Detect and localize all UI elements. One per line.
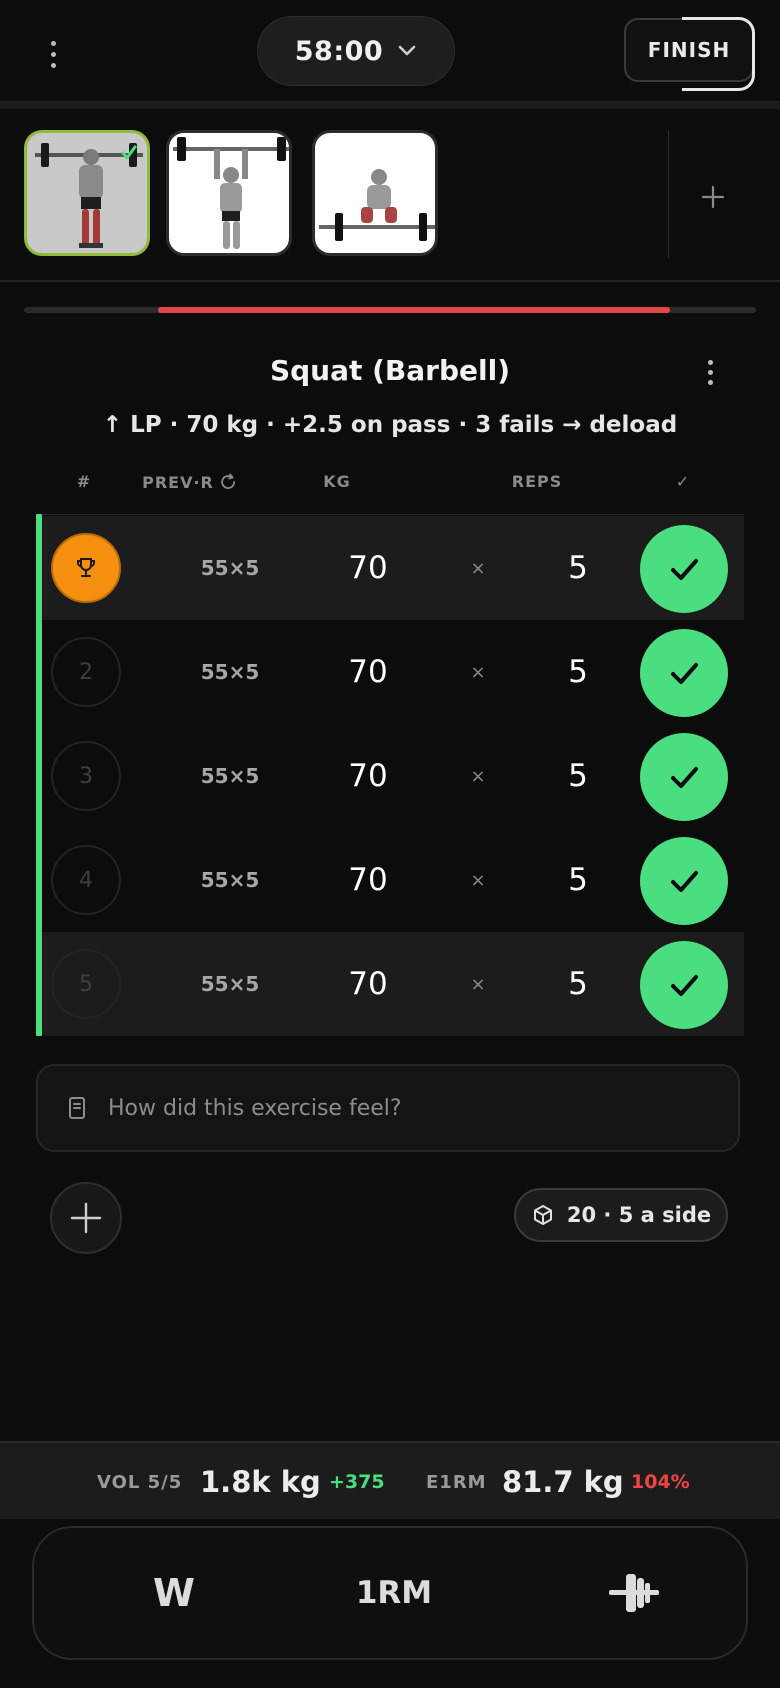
set-done-button[interactable]	[640, 941, 728, 1029]
set-row: 5 55×5 70 × 5	[42, 932, 744, 1036]
stats-bar: VOL 5/5 1.8k kg +375 E1RM 81.7 kg 104%	[0, 1441, 780, 1519]
warmup-button[interactable]: W	[124, 1528, 224, 1658]
check-icon	[671, 663, 698, 684]
check-icon	[671, 559, 698, 580]
set-kg-input[interactable]: 70	[312, 516, 424, 620]
plate-calculator-button[interactable]: 20 · 5 a side	[514, 1188, 728, 1242]
col-header-num: #	[76, 472, 92, 491]
exercise-note-field[interactable]: How did this exercise feel?	[36, 1064, 740, 1152]
set-number[interactable]: 2	[51, 637, 121, 707]
set-reps-input[interactable]: 5	[522, 620, 634, 724]
col-header-reps: REPS	[511, 472, 563, 491]
one-rm-button[interactable]: 1RM	[334, 1528, 454, 1658]
strip-divider-bottom	[0, 280, 780, 282]
overhead-press-figure-icon	[173, 137, 289, 249]
col-header-prev[interactable]: PREV·R	[142, 472, 238, 492]
set-row: 2 55×5 70 × 5	[42, 620, 744, 724]
set-row: 4 55×5 70 × 5	[42, 828, 744, 932]
vol-delta: +375	[329, 1471, 385, 1493]
set-done-button[interactable]	[640, 837, 728, 925]
set-done-button[interactable]	[640, 629, 728, 717]
chevron-down-icon	[398, 45, 416, 56]
e1rm-pct: 104%	[631, 1471, 690, 1493]
plus-icon	[70, 1202, 102, 1234]
plates-label: 20 · 5 a side	[566, 1203, 712, 1227]
note-placeholder: How did this exercise feel?	[108, 1095, 402, 1121]
finish-button[interactable]: FINISH	[624, 17, 755, 91]
set-row: 55×5 70 × 5	[42, 516, 744, 620]
trophy-icon	[77, 558, 95, 577]
exercise-thumb-overhead-press[interactable]	[166, 130, 292, 256]
set-reps-input[interactable]: 5	[522, 724, 634, 828]
set-times: ×	[470, 661, 486, 683]
col-header-done: ✓	[675, 472, 691, 491]
workout-progress-fill	[158, 307, 670, 313]
set-prev[interactable]: 55×5	[190, 932, 270, 1036]
vol-label: VOL 5/5	[97, 1471, 183, 1493]
check-icon	[671, 975, 698, 996]
deadlift-figure-icon	[319, 169, 435, 241]
cube-icon	[533, 1205, 552, 1225]
set-done-button[interactable]	[640, 525, 728, 613]
set-number[interactable]: 3	[51, 741, 121, 811]
set-times: ×	[470, 765, 486, 787]
col-header-prev-label: PREV·R	[142, 472, 214, 492]
workout-progress-bar	[24, 307, 756, 313]
set-reps-input[interactable]: 5	[522, 828, 634, 932]
set-number[interactable]: 4	[51, 845, 121, 915]
barbell-icon	[609, 1574, 659, 1612]
squat-figure-icon	[35, 143, 143, 248]
header-divider	[0, 101, 780, 109]
set-kg-input[interactable]: 70	[312, 724, 424, 828]
set-times: ×	[470, 973, 486, 995]
exercise-thumb-deadlift[interactable]	[312, 130, 438, 256]
col-header-kg: KG	[323, 472, 351, 491]
e1rm-value: 81.7 kg	[502, 1465, 624, 1499]
set-prev[interactable]: 55×5	[190, 828, 270, 932]
pr-badge[interactable]	[51, 533, 121, 603]
set-row: 3 55×5 70 × 5	[42, 724, 744, 828]
exercise-menu-icon[interactable]	[695, 352, 725, 392]
refresh-icon	[221, 473, 235, 489]
check-icon	[671, 871, 698, 892]
tool-bar: W 1RM	[32, 1526, 748, 1660]
set-done-button[interactable]	[640, 733, 728, 821]
add-set-button[interactable]	[50, 1182, 122, 1254]
set-prev[interactable]: 55×5	[190, 724, 270, 828]
note-icon	[69, 1097, 85, 1119]
e1rm-label: E1RM	[426, 1471, 487, 1493]
set-prev[interactable]: 55×5	[190, 516, 270, 620]
set-prev[interactable]: 55×5	[190, 620, 270, 724]
top-bar: 58:00 FINISH	[0, 0, 780, 100]
timer-text: 58:00	[294, 35, 384, 67]
vol-value: 1.8k kg	[200, 1465, 321, 1499]
workout-menu-icon[interactable]	[38, 30, 68, 78]
strip-divider	[668, 130, 669, 258]
workout-timer[interactable]: 58:00	[257, 16, 455, 86]
set-times: ×	[470, 869, 486, 891]
set-kg-input[interactable]: 70	[312, 932, 424, 1036]
exercise-thumb-squat[interactable]	[24, 130, 150, 256]
finish-label: FINISH	[647, 38, 731, 62]
set-reps-input[interactable]: 5	[522, 932, 634, 1036]
set-kg-input[interactable]: 70	[312, 828, 424, 932]
set-number[interactable]: 5	[51, 949, 121, 1019]
add-exercise-button[interactable]	[686, 170, 740, 224]
exercise-title: Squat (Barbell)	[269, 354, 511, 387]
check-icon	[671, 767, 698, 788]
plus-icon	[701, 185, 725, 209]
progression-rule: ↑ LP · 70 kg · +2.5 on pass · 3 fails → …	[102, 412, 678, 438]
set-times: ×	[470, 557, 486, 579]
set-kg-input[interactable]: 70	[312, 620, 424, 724]
plate-loader-button[interactable]	[579, 1528, 689, 1658]
set-reps-input[interactable]: 5	[522, 516, 634, 620]
